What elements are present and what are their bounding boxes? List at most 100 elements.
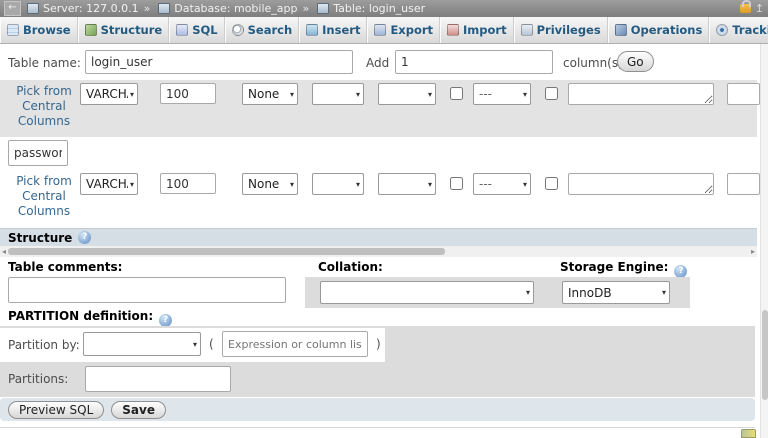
import-icon <box>447 24 459 36</box>
column-extra-input[interactable] <box>727 83 760 105</box>
chevron-down-icon: ▾ <box>428 90 432 99</box>
breadcrumb-database[interactable]: Database: mobile_app <box>155 2 297 15</box>
horizontal-scrollbar[interactable]: ◂ ▸ <box>0 246 757 257</box>
vertical-scrollbar[interactable] <box>760 44 768 438</box>
tab-search-label: Search <box>248 23 293 37</box>
insert-icon <box>306 24 318 36</box>
tab-sql[interactable]: SQL <box>169 17 224 43</box>
pick-from-central-columns-link[interactable]: Pick from Central Columns <box>6 84 82 129</box>
add-columns-count-input[interactable] <box>395 50 553 74</box>
chevron-down-icon: ▾ <box>193 340 197 349</box>
table-name-label: Table name: <box>8 56 81 70</box>
column-default-value: None <box>248 177 279 191</box>
partition-expression-input[interactable] <box>222 331 368 357</box>
chevron-down-icon: ▾ <box>130 180 134 189</box>
column-type-value: VARCHAR <box>86 87 128 101</box>
tab-structure[interactable]: Structure <box>78 17 170 43</box>
column-attributes-select[interactable]: ▾ <box>378 83 436 105</box>
column-comments-textarea[interactable] <box>568 173 714 195</box>
column-index-value: --- <box>479 177 492 191</box>
tab-export[interactable]: Export <box>367 17 440 43</box>
sql-icon <box>176 24 188 36</box>
column-extra-input[interactable] <box>727 173 760 195</box>
lock-icon[interactable] <box>740 4 751 13</box>
scrollbar-thumb[interactable] <box>762 310 768 400</box>
column-type-value: VARCHAR <box>86 177 128 191</box>
scroll-top-icon[interactable]: ↥ <box>755 3 764 14</box>
phpmyadmin-window: ← Server: 127.0.0.1 » Database: mobile_a… <box>0 0 768 438</box>
help-icon[interactable]: ? <box>78 231 91 244</box>
column-null-checkbox[interactable] <box>450 87 463 100</box>
eye-icon <box>716 24 728 36</box>
export-icon <box>374 24 386 36</box>
column-ai-checkbox[interactable] <box>545 87 558 100</box>
table-icon <box>317 3 329 14</box>
scroll-left-icon[interactable]: ◂ <box>2 246 6 257</box>
chevron-down-icon: ▾ <box>356 90 360 99</box>
chevron-down-icon: ▾ <box>526 288 530 297</box>
tab-structure-label: Structure <box>101 23 163 37</box>
column-comments-textarea[interactable] <box>568 83 714 105</box>
column-null-checkbox[interactable] <box>450 177 463 190</box>
column-type-select[interactable]: VARCHAR ▾ <box>80 83 138 105</box>
go-button[interactable]: Go <box>617 51 654 72</box>
column-default-select[interactable]: None ▾ <box>242 173 298 195</box>
chevron-down-icon: ▾ <box>130 90 134 99</box>
preview-sql-button[interactable]: Preview SQL <box>8 401 104 419</box>
table-comments-input[interactable] <box>8 277 286 303</box>
column-index-select[interactable]: --- ▾ <box>473 83 531 105</box>
breadcrumb-table-label[interactable]: Table: login_user <box>333 2 425 15</box>
partitions-count-input[interactable] <box>85 366 231 392</box>
partition-by-label: Partition by: <box>8 338 80 352</box>
pick-from-central-columns-link[interactable]: Pick from Central Columns <box>6 174 82 219</box>
chevron-down-icon: ▾ <box>356 180 360 189</box>
partition-by-select[interactable]: ▾ <box>83 332 201 356</box>
column-name-input[interactable] <box>8 140 68 166</box>
browse-icon <box>7 24 19 36</box>
structure-icon <box>85 24 97 36</box>
storage-engine-label: Storage Engine:? <box>560 260 687 278</box>
tab-search[interactable]: Search <box>225 17 300 43</box>
table-name-input[interactable] <box>85 50 353 74</box>
tab-privileges[interactable]: Privileges <box>514 17 608 43</box>
breadcrumb-server[interactable]: Server: 127.0.0.1 <box>24 2 139 15</box>
chevron-down-icon: ▾ <box>290 90 294 99</box>
storage-engine-select[interactable]: InnoDB ▾ <box>562 281 670 304</box>
breadcrumb-server-label[interactable]: Server: 127.0.0.1 <box>43 2 139 15</box>
tab-tracking[interactable]: Tracking <box>709 17 768 43</box>
tab-browse[interactable]: Browse <box>0 17 78 43</box>
column-default-select[interactable]: None ▾ <box>242 83 298 105</box>
chevron-down-icon: ▾ <box>662 288 666 297</box>
column-index-select[interactable]: --- ▾ <box>473 173 531 195</box>
back-button[interactable]: ← <box>4 1 21 16</box>
column-length-input[interactable] <box>160 83 216 104</box>
collation-select[interactable]: ▾ <box>320 281 534 304</box>
wrench-icon <box>615 24 627 36</box>
breadcrumb: ← Server: 127.0.0.1 » Database: mobile_a… <box>0 0 768 17</box>
tab-insert[interactable]: Insert <box>299 17 367 43</box>
chevron-down-icon: ▾ <box>428 180 432 189</box>
chevron-down-icon: ▾ <box>523 90 527 99</box>
column-type-select[interactable]: VARCHAR ▾ <box>80 173 138 195</box>
page-settings-icon[interactable] <box>741 429 756 438</box>
breadcrumb-database-label[interactable]: Database: mobile_app <box>174 2 297 15</box>
scrollbar-thumb[interactable] <box>8 248 445 255</box>
column-collation-select[interactable]: ▾ <box>312 173 364 195</box>
database-icon <box>158 3 170 14</box>
breadcrumb-table[interactable]: Table: login_user <box>314 2 425 15</box>
column-length-input[interactable] <box>160 173 216 194</box>
partitions-label: Partitions: <box>8 372 68 386</box>
tab-bar: Browse Structure SQL Search Insert Expor… <box>0 17 768 44</box>
privileges-icon <box>521 24 533 36</box>
structure-title: Structure <box>8 231 72 245</box>
column-ai-checkbox[interactable] <box>545 177 558 190</box>
column-attributes-select[interactable]: ▾ <box>378 173 436 195</box>
save-button[interactable]: Save <box>111 401 166 419</box>
column-collation-select[interactable]: ▾ <box>312 83 364 105</box>
scroll-right-icon[interactable]: ▸ <box>751 246 755 257</box>
paren-open: ( <box>209 337 214 351</box>
tab-operations[interactable]: Operations <box>608 17 710 43</box>
tab-import[interactable]: Import <box>440 17 514 43</box>
column-row: Pick from Central Columns VARCHAR ▾ None… <box>0 168 757 228</box>
footer-toolbar: Preview SQL Save <box>0 398 755 421</box>
